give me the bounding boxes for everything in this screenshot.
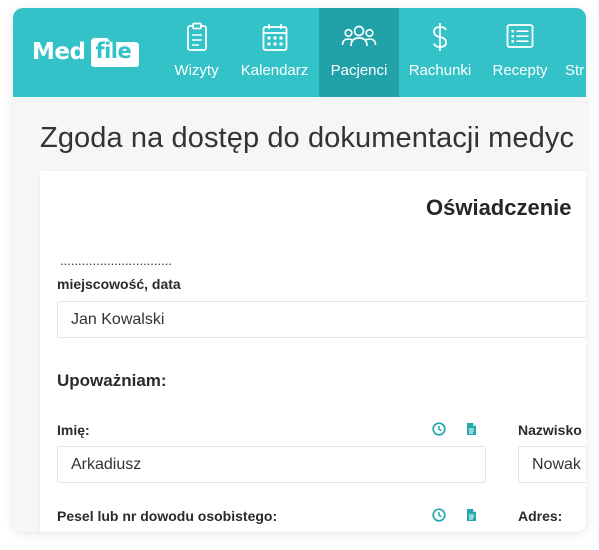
pesel-label: Pesel lub nr dowodu osobistego: (57, 508, 278, 524)
dollar-icon (433, 23, 447, 51)
nav-item-rachunki[interactable]: Rachunki (405, 8, 475, 97)
page-title: Zgoda na dostęp do dokumentacji medyc (40, 122, 575, 154)
users-icon (341, 25, 377, 47)
clipboard-icon (186, 22, 207, 51)
list-icon (506, 24, 534, 48)
authorize-label: Upoważniam: (57, 371, 167, 390)
app-window: Med file Wizyty Kalendarz Pacjenci Rachu… (13, 8, 586, 532)
nav-label: Wizyty (174, 62, 219, 79)
nav-item-wizyty[interactable]: Wizyty (166, 8, 227, 97)
dotted-line: ............................... (60, 253, 172, 268)
document-icon[interactable] (464, 422, 478, 436)
last-name-label: Nazwisko (518, 422, 582, 438)
last-name-input[interactable]: Nowak (518, 446, 586, 483)
document-icon[interactable] (464, 508, 478, 522)
calendar-icon (262, 24, 287, 51)
logo-file-text: file (95, 39, 132, 63)
top-navbar: Med file Wizyty Kalendarz Pacjenci Rachu… (13, 8, 586, 97)
nav-label: Pacjenci (330, 62, 388, 79)
nav-label: Kalendarz (240, 62, 309, 79)
place-date-label: miejscowość, data (57, 276, 181, 292)
address-label: Adres: (518, 508, 563, 524)
nav-label: Recepty (492, 62, 548, 79)
clock-icon[interactable] (432, 508, 446, 522)
nav-item-kalendarz[interactable]: Kalendarz (234, 8, 315, 97)
form-title: Oświadczenie (426, 195, 572, 220)
nav-item-str[interactable]: Str (565, 8, 586, 97)
page-icon (565, 22, 585, 52)
first-name-label: Imię: (57, 422, 90, 438)
nav-item-pacjenci[interactable]: Pacjenci (319, 8, 399, 97)
place-date-input[interactable]: Jan Kowalski (57, 301, 586, 338)
nav-label: Str (565, 62, 585, 79)
clock-icon[interactable] (432, 422, 446, 436)
nav-label: Rachunki (408, 62, 472, 79)
logo-file-badge: file (89, 36, 141, 68)
first-name-input[interactable]: Arkadiusz (57, 446, 486, 483)
nav-item-recepty[interactable]: Recepty (487, 8, 553, 97)
medfile-logo[interactable]: Med file (32, 34, 141, 70)
consent-form-card: Oświadczenie ...........................… (40, 171, 586, 532)
logo-med-text: Med (32, 39, 86, 65)
